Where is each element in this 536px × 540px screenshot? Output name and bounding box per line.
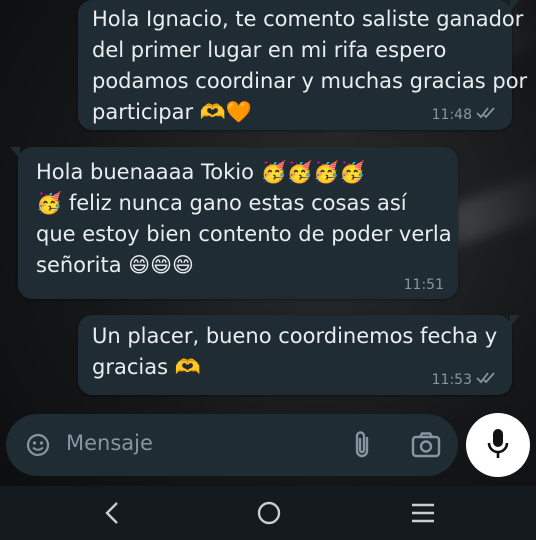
message-text-line: podamos coordinar y muchas gracias por [92,69,528,93]
attach-icon[interactable] [350,430,374,464]
back-icon[interactable] [104,501,120,529]
message-meta: 11:53 [432,371,498,389]
message-bubble-outgoing[interactable]: Hola Ignacio, te comento saliste ganador… [78,0,527,130]
message-bubble-outgoing[interactable]: Un placer, bueno coordinemos fecha y gra… [78,315,520,395]
message-text-line: señorita 😄😄😄 [36,253,194,277]
message-composer[interactable]: Mensaje [6,414,458,476]
message-text-line: Hola Ignacio, te comento saliste ganador [92,7,524,31]
message-text-line: Un placer, bueno coordinemos fecha y [92,324,498,348]
message-text-line: Hola buenaaaa Tokio 🥳🥳🥳🥳 [36,160,366,184]
bubble-tail [510,315,520,327]
bubble-tail [10,147,20,159]
message-text-line: 🥳 feliz nunca gano estas cosas así [36,191,407,215]
message-meta: 11:51 [404,277,444,293]
message-bubble-incoming[interactable]: Hola buenaaaa Tokio 🥳🥳🥳🥳 🥳 feliz nunca g… [10,147,458,299]
message-time: 11:51 [403,277,444,293]
mic-icon [486,427,510,465]
message-time: 11:53 [431,372,472,388]
message-meta: 11:48 [432,106,498,124]
system-navigation-bar [0,486,536,540]
recents-icon[interactable] [410,502,436,528]
sticker-icon[interactable] [24,431,52,463]
double-check-icon [476,106,498,124]
camera-icon[interactable] [411,432,441,462]
message-time: 11:48 [431,107,472,123]
voice-message-button[interactable] [466,413,530,477]
home-icon[interactable] [256,500,282,530]
message-text-line: del primer lugar en mi rifa espero [92,38,447,62]
double-check-icon [476,371,498,389]
message-input[interactable]: Mensaje [66,431,153,455]
message-text-line: que estoy bien contento de poder verla [36,222,452,246]
